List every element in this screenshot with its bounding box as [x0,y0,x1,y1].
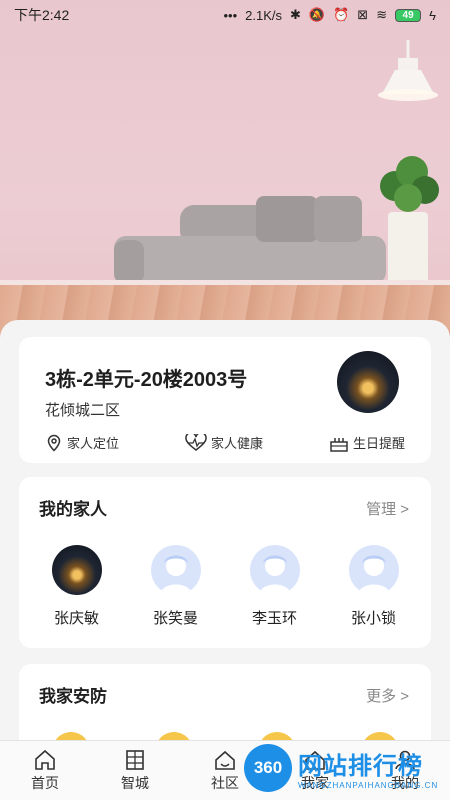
action-label: 家人定位 [67,436,120,451]
mute-icon: 🔕 [308,7,326,22]
action-birthday-reminder[interactable]: 生日提醒 [329,433,405,452]
heart-pulse-icon [185,433,207,451]
member-avatar [51,545,102,595]
watermark-text: 网站排行榜 [298,753,423,780]
community-name: 花倾城二区 [45,402,121,419]
default-avatar-icon [249,545,300,595]
family-card: 我的家人 管理 > 张庆敏 张笑曼 李玉环 张小锁 [19,477,431,648]
more-dots-icon: ••• [223,7,238,23]
hero-banner [0,0,450,340]
action-label: 生日提醒 [352,436,405,451]
status-time: 下午2:42 [14,7,70,23]
sim-icon: ⊠ [357,7,369,22]
tab-label: 智城 [121,774,149,791]
community-icon [215,750,235,770]
charging-icon: ϟ [429,7,436,23]
tab-label: 社区 [211,774,239,791]
family-title: 我的家人 [39,500,107,519]
default-avatar-icon [348,545,399,595]
watermark-subtext: WANGZHANPAIHANGBANG.CN [298,781,439,790]
battery-icon: 49 [395,8,422,22]
action-family-location[interactable]: 家人定位 [45,433,119,452]
home-card[interactable]: 3栋-2单元-20楼2003号 花倾城二区 家人定位 家人健康 生日提醒 [19,337,431,463]
watermark-text-block: 网站排行榜 WANGZHANPAIHANGBANG.CN [298,746,438,790]
action-family-health[interactable]: 家人健康 [185,433,263,452]
location-pin-icon [47,434,61,452]
home-address: 3栋-2单元-20楼2003号 [45,369,248,391]
alarm-icon: ⏰ [333,7,350,22]
home-icon [35,749,55,770]
action-label: 家人健康 [210,436,263,451]
family-member[interactable]: 李玉环 [230,545,320,628]
birthday-cake-icon [330,437,348,452]
member-name: 李玉环 [251,610,297,627]
home-avatar[interactable] [337,351,399,413]
status-bar: 下午2:42 ••• 2.1K/s ✱ 🔕 ⏰ ⊠ ≋ 49 ϟ [0,0,450,30]
family-member[interactable]: 张小锁 [329,545,419,628]
security-more-link[interactable]: 更多 > [366,685,409,706]
bluetooth-icon: ✱ [290,7,301,22]
watermark-logo: 360 [244,744,292,792]
family-members: 张庆敏 张笑曼 李玉环 张小锁 [19,545,431,628]
tab-home[interactable]: 首页 [0,741,90,800]
watermark: 360 网站排行榜 WANGZHANPAIHANGBANG.CN [244,738,450,798]
member-name: 张小锁 [350,610,396,627]
tab-smart-city[interactable]: 智城 [90,741,180,800]
building-icon [126,749,144,770]
member-name: 张庆敏 [53,610,99,627]
family-member[interactable]: 张笑曼 [131,545,221,628]
family-manage-link[interactable]: 管理 > [366,498,409,519]
wifi-icon: ≋ [376,7,388,22]
security-title: 我家安防 [39,687,107,706]
tab-label: 首页 [31,774,59,791]
default-avatar-icon [150,545,201,595]
network-speed: 2.1K/s [245,7,283,23]
family-member[interactable]: 张庆敏 [32,545,122,628]
member-name: 张笑曼 [152,610,198,627]
home-quick-actions: 家人定位 家人健康 生日提醒 [19,433,431,452]
status-right: ••• 2.1K/s ✱ 🔕 ⏰ ⊠ ≋ 49 ϟ [224,7,437,23]
